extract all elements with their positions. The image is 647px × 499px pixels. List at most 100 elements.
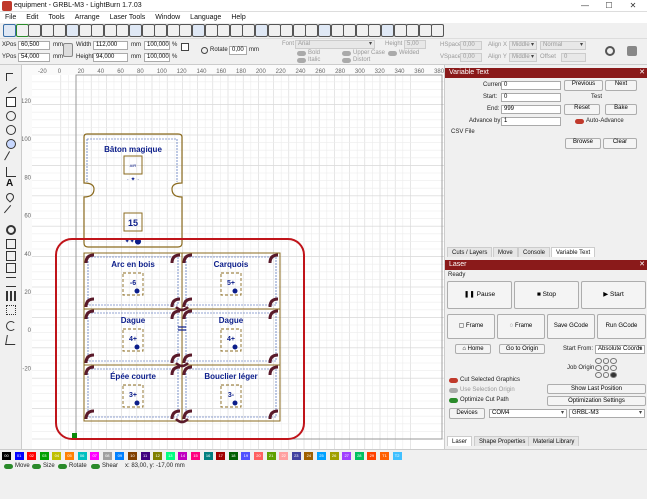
palette-swatch-16[interactable]: 16: [203, 452, 213, 460]
toolbar-icon-33[interactable]: [418, 24, 432, 37]
toolbar-icon-20[interactable]: [255, 24, 268, 37]
panel-close-icon[interactable]: ✕: [639, 68, 645, 78]
toolbar-icon-6[interactable]: [78, 24, 92, 37]
toolbar-icon-3[interactable]: [40, 24, 54, 37]
tab-material-library[interactable]: Material Library: [528, 436, 580, 446]
polygon-tool-icon[interactable]: [6, 125, 16, 135]
select-tool-icon[interactable]: [6, 73, 13, 81]
pause-button[interactable]: ❚❚ Pause: [447, 281, 512, 309]
lock-aspect-icon[interactable]: [63, 43, 73, 57]
offset-field[interactable]: 0: [561, 53, 586, 62]
toolbar-icon-10[interactable]: [129, 24, 142, 37]
font-height-field[interactable]: 5,00: [404, 40, 426, 49]
end-field[interactable]: 999: [501, 105, 561, 114]
palette-swatch-18[interactable]: 18: [228, 452, 238, 460]
design-canvas[interactable]: -20 0 20 40 60 80 100 120 140 160 180 200 220 240 260 2…: [22, 65, 444, 449]
width-field[interactable]: 112,000: [93, 41, 128, 50]
toolbar-icon-14[interactable]: [179, 24, 193, 37]
palette-swatch-06[interactable]: 06: [77, 452, 87, 460]
toolbar-icon-2[interactable]: [28, 24, 42, 37]
welded-toggle[interactable]: [388, 51, 397, 56]
palette-swatch-04[interactable]: 04: [52, 452, 62, 460]
grid-array-icon[interactable]: [6, 291, 16, 301]
toolbar-icon-17[interactable]: [217, 24, 231, 37]
toolbar-icon-0[interactable]: [3, 24, 16, 37]
ypos-field[interactable]: 54,000: [18, 53, 50, 62]
palette-swatch-15[interactable]: 15: [191, 452, 200, 460]
font-select[interactable]: Arial: [295, 40, 375, 49]
toolbar-icon-4[interactable]: [53, 24, 67, 37]
maximize-button[interactable]: ☐: [598, 0, 620, 12]
tab-console[interactable]: Console: [518, 247, 551, 257]
circular-array-icon[interactable]: [6, 305, 16, 315]
size-toggle[interactable]: [32, 464, 41, 469]
menu-tools[interactable]: Tools: [43, 12, 69, 23]
toolbar-icon-11[interactable]: [141, 24, 155, 37]
tab-laser[interactable]: Laser: [447, 436, 473, 446]
start-field[interactable]: 0: [501, 93, 561, 102]
palette-swatch-08[interactable]: 08: [102, 452, 112, 460]
auto-advance-toggle[interactable]: [575, 119, 584, 124]
devices-button[interactable]: Devices: [449, 408, 485, 419]
menu-laser-tools[interactable]: Laser Tools: [105, 12, 151, 23]
line-tool-icon[interactable]: [4, 151, 18, 165]
boolean-diff-icon[interactable]: [6, 251, 16, 261]
reset-text-icon[interactable]: [605, 46, 615, 56]
rotary-icon[interactable]: [6, 321, 16, 331]
palette-swatch-19[interactable]: 19: [241, 452, 251, 460]
toolbar-icon-5[interactable]: [66, 24, 79, 37]
tab-variable-text[interactable]: Variable Text: [551, 247, 596, 257]
menu-window[interactable]: Window: [150, 12, 185, 23]
palette-swatch-25[interactable]: 25: [317, 452, 326, 460]
active-circle-tool-icon[interactable]: [6, 139, 16, 149]
anchor-grid-icon[interactable]: [181, 43, 189, 51]
toolbar-icon-29[interactable]: [368, 24, 382, 37]
width-percent-field[interactable]: 100,000: [144, 41, 170, 50]
go-to-origin-button[interactable]: Go to Origin: [499, 344, 545, 354]
palette-swatch-13[interactable]: 13: [165, 452, 175, 460]
toolbar-icon-28[interactable]: [355, 24, 369, 37]
measure-tool-icon[interactable]: [3, 204, 19, 220]
minimize-button[interactable]: —: [574, 0, 596, 12]
xpos-field[interactable]: 60,500: [18, 41, 50, 50]
toolbar-icon-9[interactable]: [116, 24, 130, 37]
toolbar-icon-21[interactable]: [267, 24, 281, 37]
home-button[interactable]: ⌂ Home: [455, 344, 491, 354]
start-from-select[interactable]: Absolute Coords: [595, 345, 645, 354]
palette-swatch-17[interactable]: 17: [216, 452, 226, 460]
palette-swatch-00[interactable]: 00: [2, 452, 11, 460]
boolean-union-icon[interactable]: [6, 239, 16, 249]
cut-selected-toggle[interactable]: [449, 378, 458, 383]
palette-swatch-26[interactable]: 26: [329, 452, 339, 460]
optimization-settings-button[interactable]: Optimization Settings: [547, 396, 646, 406]
toolbar-icon-32[interactable]: [406, 24, 420, 37]
palette-swatch-23[interactable]: 23: [291, 452, 301, 460]
toolbar-icon-34[interactable]: [431, 24, 445, 37]
align-y-select[interactable]: Middle: [509, 53, 537, 62]
vspace-field[interactable]: 0,00: [460, 53, 482, 62]
toolbar-icon-30[interactable]: [381, 24, 394, 37]
palette-swatch-12[interactable]: 12: [153, 452, 163, 460]
distort-toggle[interactable]: [342, 58, 351, 63]
palette-swatch-21[interactable]: 21: [266, 452, 276, 460]
palette-swatch-29[interactable]: 29: [367, 452, 377, 460]
edit-nodes-icon[interactable]: [5, 82, 17, 94]
palette-swatch-09[interactable]: 09: [115, 452, 125, 460]
menu-file[interactable]: File: [0, 12, 21, 23]
rectangle-tool-icon[interactable]: [6, 97, 16, 107]
palette-swatch-T1[interactable]: T1: [380, 452, 389, 460]
palette-swatch-28[interactable]: 28: [354, 452, 364, 460]
port-select[interactable]: COM4: [489, 409, 567, 418]
move-toggle[interactable]: [4, 464, 13, 469]
height-percent-field[interactable]: 100,000: [144, 53, 170, 62]
current-field[interactable]: 0: [501, 81, 561, 90]
text-tool-icon[interactable]: A: [6, 179, 16, 189]
palette-swatch-07[interactable]: 07: [90, 452, 100, 460]
rotate-field[interactable]: 0,00: [229, 46, 247, 55]
tab-cuts-layers[interactable]: Cuts / Layers: [447, 247, 493, 257]
menu-arrange[interactable]: Arrange: [70, 12, 105, 23]
italic-toggle[interactable]: [297, 58, 306, 63]
palette-swatch-11[interactable]: 11: [140, 452, 150, 460]
toolbar-icon-24[interactable]: [305, 24, 319, 37]
advance-field[interactable]: 1: [501, 117, 561, 126]
